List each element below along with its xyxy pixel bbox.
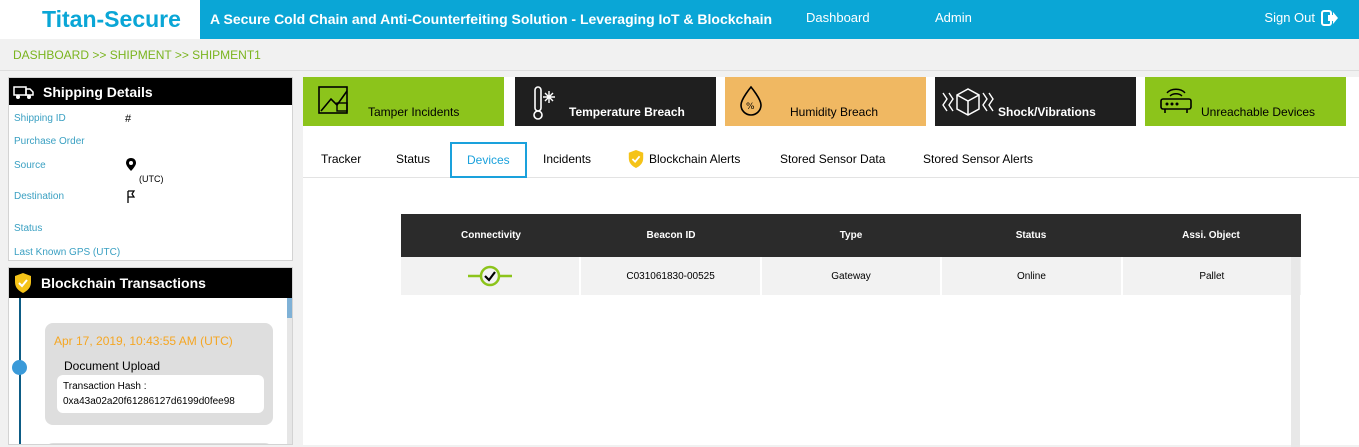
svg-text:%: %	[746, 102, 755, 112]
shipping-details-panel: Shipping Details Shipping ID # Purchase …	[8, 77, 293, 261]
tab-incidents[interactable]: Incidents	[543, 146, 591, 172]
table-row[interactable]: C031061830-00525 Gateway Online Pallet	[401, 257, 1301, 295]
tile-unreachable-devices[interactable]: Unreachable Devices	[1145, 77, 1346, 126]
tab-bar: Tracker Status Devices Incidents Blockch…	[303, 140, 1359, 178]
cell-type: Gateway	[762, 257, 943, 295]
tab-stored-sensor-data[interactable]: Stored Sensor Data	[780, 146, 885, 172]
col-connectivity: Connectivity	[460, 230, 521, 241]
scrollbar-thumb[interactable]	[287, 298, 292, 318]
shield-icon	[15, 273, 31, 293]
tile-tamper-incidents[interactable]: Tamper Incidents	[303, 77, 504, 126]
top-bar: Titan-Secure A Secure Cold Chain and Ant…	[0, 0, 1359, 39]
table-scrollbar[interactable]	[1291, 257, 1300, 447]
transaction-hash-value: 0xa43a02a20f61286127d6199d0fee98	[63, 396, 235, 407]
transaction-hash-label: Transaction Hash :	[63, 381, 147, 392]
cell-beacon-id: C031061830-00525	[581, 257, 762, 295]
tile-humidity-label: Humidity Breach	[790, 105, 879, 119]
transaction-date: Apr 17, 2019, 10:43:55 AM (UTC)	[54, 334, 233, 348]
nav-dashboard[interactable]: Dashboard	[806, 0, 870, 36]
blockchain-panel: Blockchain Transactions Apr 17, 2019, 10…	[8, 267, 293, 445]
tab-devices[interactable]: Devices	[450, 142, 527, 178]
value-shipping-id: #	[125, 113, 132, 125]
shield-check-icon	[628, 150, 644, 168]
tile-unreachable-label: Unreachable Devices	[1201, 105, 1316, 119]
tile-shock-label: Shock/Vibrations	[998, 105, 1096, 119]
tile-temperature-label: Temperature Breach	[569, 105, 685, 119]
tab-blockchain-alerts[interactable]: Blockchain Alerts	[627, 146, 740, 172]
devices-table: Connectivity Beacon ID Type Status Assi.…	[401, 214, 1301, 295]
connected-check-icon	[468, 265, 513, 287]
signout-button[interactable]: Sign Out	[1264, 0, 1339, 36]
tab-status[interactable]: Status	[396, 146, 430, 172]
transaction-type: Document Upload	[64, 359, 161, 373]
table-header: Connectivity Beacon ID Type Status Assi.…	[401, 214, 1301, 257]
flag-icon	[127, 190, 136, 203]
label-shipping-id: Shipping ID	[14, 113, 66, 124]
main-content: Tamper Incidents Temperature Breach % Hu…	[303, 77, 1359, 447]
label-destination: Destination	[14, 191, 65, 202]
label-purchase-order: Purchase Order	[14, 136, 85, 147]
scrollbar-track[interactable]	[287, 298, 292, 444]
blockchain-title: Blockchain Transactions	[41, 275, 206, 291]
brand-logo[interactable]: Titan-Secure	[0, 0, 200, 39]
shipping-details-header: Shipping Details	[9, 78, 292, 105]
app-subtitle: A Secure Cold Chain and Anti-Counterfeit…	[210, 11, 773, 27]
timeline-dot	[12, 360, 27, 375]
tamper-box-icon	[318, 86, 348, 114]
tile-temperature-breach[interactable]: Temperature Breach	[515, 77, 716, 126]
label-gps: Last Known GPS (UTC)	[14, 247, 121, 258]
cell-object: Pallet	[1199, 270, 1225, 282]
breadcrumb[interactable]: DASHBOARD >> SHIPMENT >> SHIPMENT1	[0, 39, 1359, 71]
cell-status: Online	[942, 257, 1123, 295]
tile-humidity-breach[interactable]: % Humidity Breach	[725, 77, 926, 126]
cell-connectivity	[401, 257, 582, 295]
nav-admin[interactable]: Admin	[935, 0, 972, 36]
transaction-card[interactable]: Apr 17, 2019, 10:43:55 AM (UTC) Document…	[45, 323, 273, 425]
truck-icon	[13, 85, 34, 99]
thermometer-icon	[533, 86, 555, 120]
col-beacon-id: Beacon ID	[646, 230, 696, 241]
col-type: Type	[839, 230, 863, 241]
label-source: Source	[14, 160, 46, 171]
tile-shock-vibrations[interactable]: Shock/Vibrations	[935, 77, 1136, 126]
tile-tamper-label: Tamper Incidents	[368, 105, 460, 119]
water-drop-icon: %	[740, 85, 762, 116]
tab-blockchain-alerts-label: Blockchain Alerts	[649, 152, 741, 166]
map-pin-icon	[126, 158, 136, 171]
value-source-utc: (UTC)	[139, 174, 164, 184]
blockchain-header: Blockchain Transactions	[9, 268, 292, 298]
router-icon	[1160, 88, 1192, 113]
signout-icon	[1321, 10, 1338, 26]
col-status: Status	[1015, 230, 1047, 241]
vibration-box-icon	[942, 88, 994, 116]
label-status: Status	[14, 223, 43, 234]
col-assigned-object: Assi. Object	[1182, 230, 1240, 241]
tab-stored-sensor-alerts[interactable]: Stored Sensor Alerts	[923, 146, 1033, 172]
shipping-details-title: Shipping Details	[43, 83, 153, 100]
tab-tracker[interactable]: Tracker	[321, 146, 361, 172]
signout-label: Sign Out	[1264, 10, 1315, 25]
transaction-hash-box: Transaction Hash : 0xa43a02a20f61286127d…	[57, 375, 264, 413]
